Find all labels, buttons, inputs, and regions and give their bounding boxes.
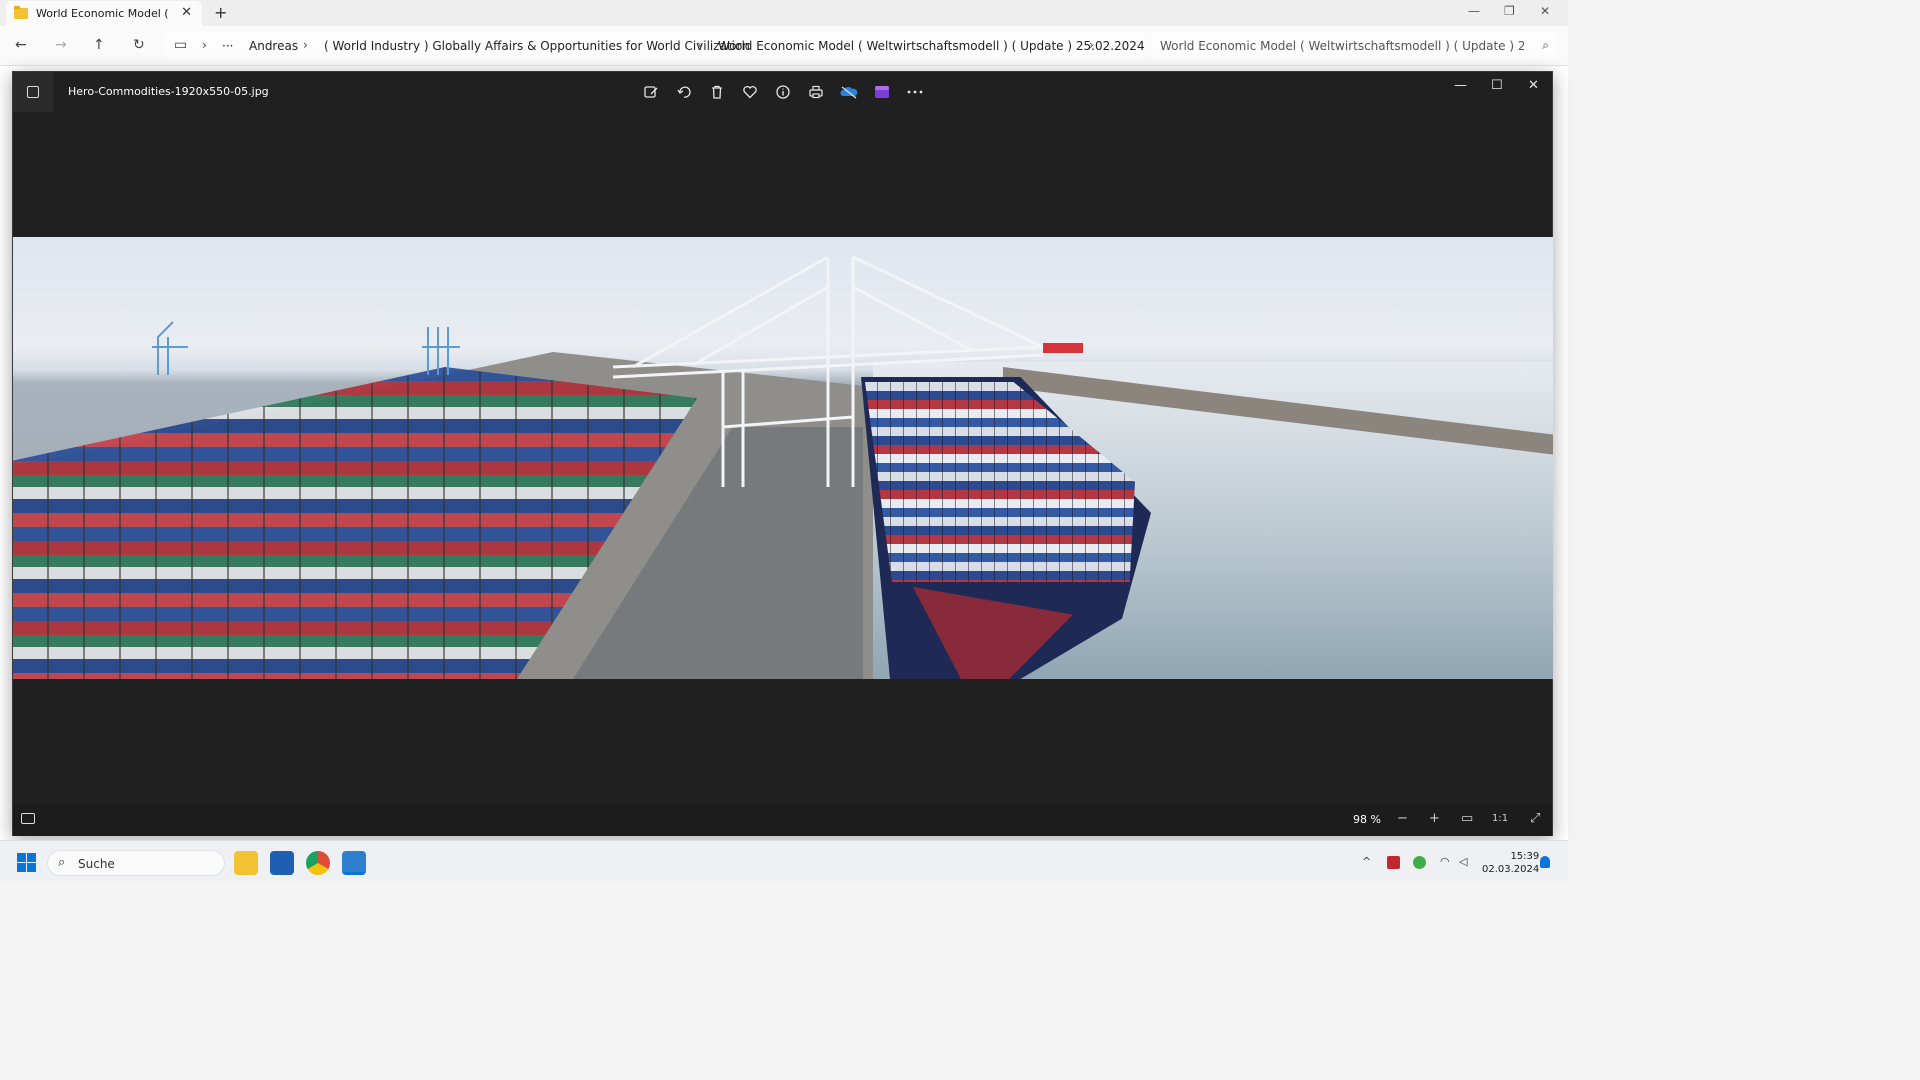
tab-close-button[interactable]: ✕ (181, 5, 192, 20)
volume-icon[interactable]: ◁ (1459, 855, 1467, 868)
back-icon[interactable]: ← (15, 37, 27, 53)
notification-bell-icon[interactable] (1540, 856, 1550, 868)
new-tab-button[interactable]: + (214, 3, 227, 22)
favorite-icon[interactable] (740, 82, 760, 102)
delete-icon[interactable] (707, 82, 727, 102)
fit-to-window-icon[interactable]: ▭ (1461, 811, 1473, 826)
photo-distant-cranes (152, 321, 460, 375)
actual-size-icon[interactable]: 1:1 (1492, 813, 1508, 824)
tab-title: World Economic Model ( Welt (36, 7, 172, 20)
file-explorer-icon[interactable] (234, 851, 258, 875)
breadcrumb-item-world-industry[interactable]: ( World Industry ) Globally Affairs & Op… (324, 39, 750, 53)
forward-icon[interactable]: → (55, 37, 67, 53)
taskbar-search-placeholder: Suche (78, 857, 115, 871)
security-tray-icon[interactable] (1413, 856, 1426, 869)
search-icon[interactable]: ⌕ (1542, 38, 1549, 53)
filmstrip-icon[interactable] (21, 813, 35, 824)
taskbar-clock[interactable]: 15:39 02.03.2024 (1482, 850, 1539, 876)
explorer-titlebar: World Economic Model ( Welt ✕ + — ❐ ✕ (0, 0, 1568, 26)
taskbar: ⌕ Suche ^ ◠ ◁ 15:39 02.03.2024 (0, 840, 1568, 882)
viewer-toolbar: Hero-Commodities-1920x550-05.jpg — ☐ ✕ (13, 72, 1552, 112)
zoom-out-icon[interactable]: − (1397, 811, 1408, 826)
clipchamp-icon[interactable] (872, 82, 892, 102)
search-icon: ⌕ (58, 855, 66, 870)
address-bar[interactable]: ▭ › ··· Andreas › ( World Industry ) Glo… (164, 32, 1145, 60)
viewer-bottombar: 98 % − + ▭ 1:1 ⤢ (13, 804, 1552, 836)
search-query: World Economic Model ( Weltwirtschaftsmo… (1160, 39, 1524, 53)
explorer-tab[interactable]: World Economic Model ( Welt ✕ (6, 1, 202, 26)
zoom-in-icon[interactable]: + (1429, 811, 1440, 826)
windows-start-icon[interactable] (17, 853, 36, 872)
wifi-icon[interactable]: ◠ (1440, 855, 1450, 868)
more-icon[interactable] (905, 82, 925, 102)
rotate-icon[interactable] (674, 82, 694, 102)
fullscreen-icon[interactable]: ⤢ (1530, 811, 1540, 826)
displayed-photo[interactable] (13, 237, 1553, 679)
photo-viewer-window: Hero-Commodities-1920x550-05.jpg — ☐ ✕ 9… (12, 71, 1553, 836)
explorer-navbar: ← → ↑ ↻ ▭ › ··· Andreas › ( World Indust… (0, 26, 1568, 66)
info-icon[interactable] (773, 82, 793, 102)
photos-app-icon[interactable] (13, 72, 53, 112)
breadcrumb-separator[interactable]: › (697, 38, 702, 52)
tray-overflow-icon[interactable]: ^ (1362, 855, 1371, 868)
refresh-icon[interactable]: ↻ (133, 37, 145, 53)
up-icon[interactable]: ↑ (93, 37, 105, 53)
breadcrumb-separator[interactable]: › (1089, 38, 1094, 52)
print-icon[interactable] (806, 82, 826, 102)
file-name: Hero-Commodities-1920x550-05.jpg (68, 85, 269, 98)
breadcrumb-item-andreas[interactable]: Andreas (249, 39, 298, 53)
antivirus-tray-icon[interactable] (1387, 856, 1400, 869)
clock-date: 02.03.2024 (1482, 864, 1540, 875)
edit-image-icon[interactable] (641, 82, 661, 102)
microsoft-store-icon[interactable] (270, 851, 294, 875)
zoom-level: 98 % (1353, 813, 1381, 826)
close-button[interactable]: ✕ (1540, 4, 1550, 18)
viewer-minimize-button[interactable]: — (1454, 78, 1467, 93)
breadcrumb-overflow[interactable]: ··· (222, 39, 233, 53)
viewer-maximize-button[interactable]: ☐ (1491, 78, 1503, 93)
chrome-icon[interactable] (306, 851, 330, 875)
clock-time: 15:39 (1510, 851, 1540, 862)
breadcrumb-separator[interactable]: › (303, 38, 308, 52)
minimize-button[interactable]: — (1468, 4, 1480, 18)
breadcrumb-separator[interactable]: › (202, 38, 207, 52)
onedrive-icon[interactable] (839, 82, 859, 102)
photos-app-taskbar-icon[interactable] (342, 851, 366, 875)
breadcrumb-item-world-economic-model[interactable]: World Economic Model ( Weltwirtschaftsmo… (718, 39, 1145, 53)
photo-gantry-crane (612, 255, 1083, 487)
folder-icon (14, 6, 28, 19)
maximize-button[interactable]: ❐ (1504, 4, 1515, 18)
taskbar-search-input[interactable]: ⌕ Suche (47, 850, 225, 876)
viewer-close-button[interactable]: ✕ (1528, 78, 1539, 93)
this-pc-icon: ▭ (174, 37, 188, 53)
search-input[interactable]: World Economic Model ( Weltwirtschaftsmo… (1151, 32, 1559, 60)
